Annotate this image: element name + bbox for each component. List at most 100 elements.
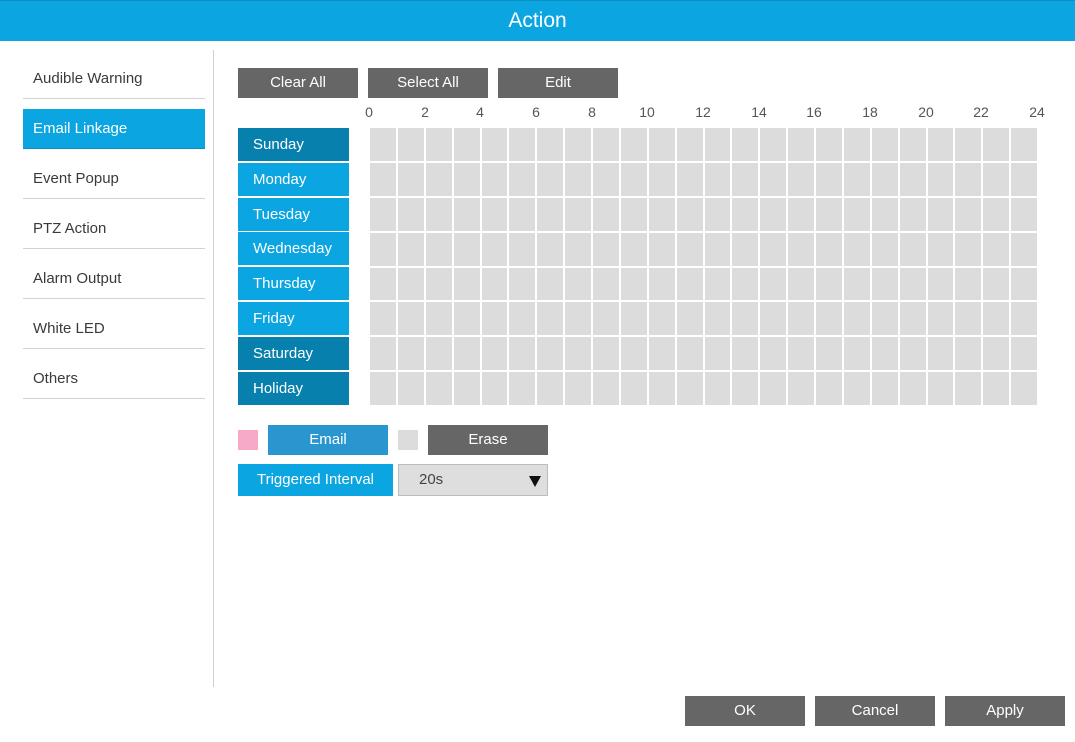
- schedule-cell[interactable]: [425, 302, 452, 336]
- schedule-cell[interactable]: [704, 302, 731, 336]
- schedule-cell[interactable]: [1011, 162, 1037, 196]
- schedule-cell[interactable]: [899, 302, 926, 336]
- schedule-cell[interactable]: [676, 337, 703, 371]
- triggered-interval-select[interactable]: 20s: [398, 464, 548, 496]
- schedule-cell[interactable]: [955, 128, 982, 161]
- schedule-cell[interactable]: [816, 162, 842, 196]
- schedule-cell[interactable]: [648, 302, 675, 336]
- schedule-cell[interactable]: [481, 267, 508, 301]
- clear-all-button[interactable]: Clear All: [238, 68, 358, 98]
- schedule-cell[interactable]: [537, 232, 564, 266]
- schedule-cell[interactable]: [537, 267, 564, 301]
- schedule-cell[interactable]: [955, 162, 982, 196]
- schedule-cell[interactable]: [899, 162, 926, 196]
- schedule-cell[interactable]: [481, 302, 508, 336]
- schedule-cell[interactable]: [370, 232, 396, 266]
- schedule-cell[interactable]: [760, 372, 787, 405]
- schedule-cell[interactable]: [509, 162, 536, 196]
- schedule-cell[interactable]: [565, 128, 591, 161]
- schedule-cell[interactable]: [676, 232, 703, 266]
- sidebar-item-alarm-output[interactable]: Alarm Output: [23, 259, 205, 299]
- schedule-cell[interactable]: [704, 197, 731, 231]
- schedule-cell[interactable]: [704, 128, 731, 161]
- schedule-cell[interactable]: [927, 372, 954, 405]
- schedule-cell[interactable]: [620, 128, 647, 161]
- schedule-cell[interactable]: [899, 128, 926, 161]
- schedule-cell[interactable]: [648, 267, 675, 301]
- schedule-cell[interactable]: [565, 372, 591, 405]
- schedule-cell[interactable]: [509, 232, 536, 266]
- schedule-cell[interactable]: [593, 372, 619, 405]
- schedule-cell[interactable]: [397, 197, 424, 231]
- schedule-grid[interactable]: [370, 128, 1037, 405]
- schedule-cell[interactable]: [983, 197, 1010, 231]
- schedule-cell[interactable]: [565, 232, 591, 266]
- schedule-cell[interactable]: [676, 372, 703, 405]
- day-button-thursday[interactable]: Thursday: [238, 267, 349, 301]
- schedule-cell[interactable]: [370, 197, 396, 231]
- schedule-cell[interactable]: [955, 337, 982, 371]
- schedule-cell[interactable]: [704, 337, 731, 371]
- schedule-cell[interactable]: [620, 337, 647, 371]
- schedule-cell[interactable]: [620, 372, 647, 405]
- schedule-cell[interactable]: [704, 372, 731, 405]
- schedule-cell[interactable]: [509, 197, 536, 231]
- schedule-cell[interactable]: [760, 197, 787, 231]
- schedule-cell[interactable]: [397, 302, 424, 336]
- schedule-cell[interactable]: [593, 232, 619, 266]
- schedule-cell[interactable]: [648, 372, 675, 405]
- schedule-cell[interactable]: [1011, 128, 1037, 161]
- schedule-cell[interactable]: [732, 128, 759, 161]
- schedule-cell[interactable]: [676, 197, 703, 231]
- sidebar-item-others[interactable]: Others: [23, 359, 205, 399]
- schedule-cell[interactable]: [397, 267, 424, 301]
- schedule-cell[interactable]: [843, 162, 870, 196]
- schedule-cell[interactable]: [983, 302, 1010, 336]
- schedule-cell[interactable]: [425, 128, 452, 161]
- schedule-cell[interactable]: [1011, 232, 1037, 266]
- day-button-sunday[interactable]: Sunday: [238, 128, 349, 161]
- schedule-cell[interactable]: [425, 372, 452, 405]
- schedule-cell[interactable]: [676, 302, 703, 336]
- schedule-cell[interactable]: [955, 232, 982, 266]
- schedule-cell[interactable]: [509, 267, 536, 301]
- schedule-cell[interactable]: [620, 162, 647, 196]
- schedule-cell[interactable]: [593, 267, 619, 301]
- schedule-cell[interactable]: [370, 267, 396, 301]
- schedule-cell[interactable]: [788, 302, 814, 336]
- schedule-cell[interactable]: [843, 267, 870, 301]
- schedule-cell[interactable]: [899, 232, 926, 266]
- schedule-cell[interactable]: [370, 162, 396, 196]
- schedule-cell[interactable]: [788, 232, 814, 266]
- schedule-cell[interactable]: [425, 232, 452, 266]
- schedule-cell[interactable]: [453, 162, 480, 196]
- schedule-cell[interactable]: [593, 197, 619, 231]
- cancel-button[interactable]: Cancel: [815, 696, 935, 726]
- sidebar-item-audible-warning[interactable]: Audible Warning: [23, 59, 205, 99]
- schedule-cell[interactable]: [955, 372, 982, 405]
- schedule-cell[interactable]: [871, 197, 898, 231]
- schedule-cell[interactable]: [620, 302, 647, 336]
- schedule-cell[interactable]: [732, 372, 759, 405]
- erase-button[interactable]: Erase: [428, 425, 548, 455]
- schedule-cell[interactable]: [397, 372, 424, 405]
- schedule-cell[interactable]: [788, 337, 814, 371]
- schedule-cell[interactable]: [648, 197, 675, 231]
- schedule-cell[interactable]: [788, 372, 814, 405]
- schedule-cell[interactable]: [565, 162, 591, 196]
- schedule-cell[interactable]: [816, 372, 842, 405]
- email-button[interactable]: Email: [268, 425, 388, 455]
- schedule-cell[interactable]: [871, 372, 898, 405]
- schedule-cell[interactable]: [816, 128, 842, 161]
- schedule-cell[interactable]: [370, 302, 396, 336]
- schedule-cell[interactable]: [620, 232, 647, 266]
- schedule-cell[interactable]: [453, 267, 480, 301]
- schedule-cell[interactable]: [453, 232, 480, 266]
- sidebar-item-email-linkage[interactable]: Email Linkage: [23, 109, 205, 149]
- schedule-cell[interactable]: [648, 128, 675, 161]
- day-button-friday[interactable]: Friday: [238, 301, 349, 335]
- schedule-cell[interactable]: [843, 197, 870, 231]
- schedule-cell[interactable]: [370, 337, 396, 371]
- schedule-cell[interactable]: [481, 128, 508, 161]
- ok-button[interactable]: OK: [685, 696, 805, 726]
